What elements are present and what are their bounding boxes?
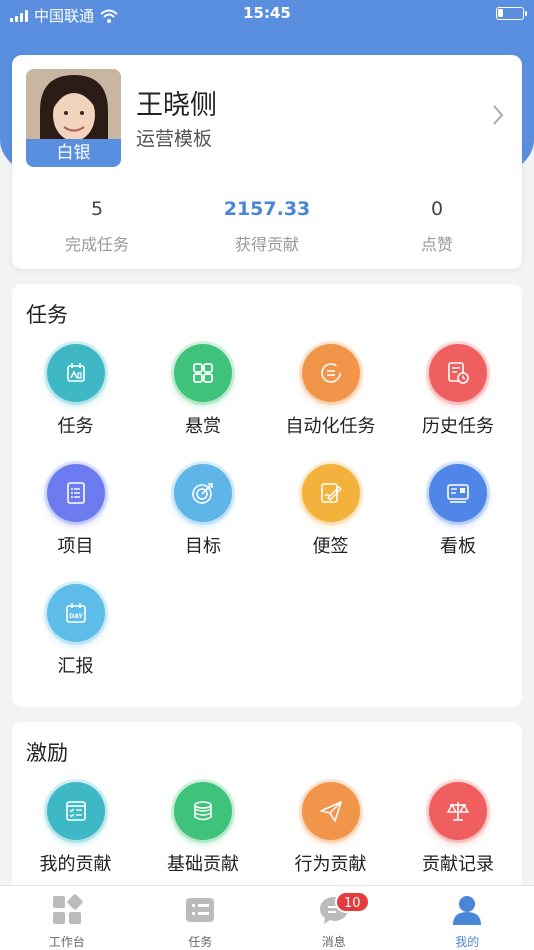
status-bar: 中国联通 15:45 xyxy=(0,0,534,28)
tasks-section: 任务 任务 悬赏 自动化任务 历史任务 项目 目标 便签 看板 DAY 汇报 xyxy=(12,284,522,707)
tab-label: 任务 xyxy=(188,935,213,949)
scale-icon xyxy=(429,782,487,840)
section-title: 任务 xyxy=(26,303,68,327)
task-calendar-icon xyxy=(46,344,105,402)
incentive-section: 激励 我的贡献 基础贡献 行为贡献 贡献记录 xyxy=(12,722,522,892)
history-doc-icon xyxy=(429,344,487,402)
profile-stats: 5 完成任务 2157.33 获得贡献 0 点赞 xyxy=(12,195,522,255)
stat-label: 完成任务 xyxy=(64,235,129,254)
task-list-icon xyxy=(186,898,215,922)
grid-item-label: 悬赏 xyxy=(185,416,221,437)
section-title: 激励 xyxy=(26,741,68,765)
my-contribution-icon xyxy=(46,782,105,840)
battery-icon xyxy=(496,7,527,20)
grid-item-label: 便签 xyxy=(312,536,349,557)
grid-item-label: 汇报 xyxy=(57,656,94,677)
coin-stack-icon xyxy=(174,782,232,840)
tab-tasks[interactable]: 任务 xyxy=(134,886,268,950)
grid-item-label: 项目 xyxy=(57,536,94,557)
grid-item[interactable]: 我的贡献 xyxy=(12,782,139,876)
workbench-icon xyxy=(52,894,83,924)
grid-item[interactable]: 看板 xyxy=(395,464,522,558)
bottom-tab-bar: 工作台 任务 10 消息 我的 xyxy=(0,885,534,950)
tab-label: 我的 xyxy=(455,935,480,949)
grid-item[interactable]: 便签 xyxy=(267,464,394,558)
kanban-board-icon xyxy=(429,464,487,522)
report-day-icon: DAY xyxy=(46,584,105,642)
profile-card[interactable]: 白银 王晓侧 运营模板 5 完成任务 2157.33 获得贡献 0 点赞 xyxy=(12,55,522,269)
grid-apps-icon xyxy=(174,344,232,402)
note-pen-icon xyxy=(301,464,360,522)
stat-completed-tasks[interactable]: 5 完成任务 xyxy=(12,195,182,255)
grid-item[interactable]: 行为贡献 xyxy=(267,782,394,876)
grid-item-label: 自动化任务 xyxy=(285,416,376,437)
grid-item-label: 目标 xyxy=(185,536,221,557)
grid-item-label: 基础贡献 xyxy=(167,854,239,875)
auto-refresh-icon xyxy=(301,344,360,402)
grid-item-label: 任务 xyxy=(57,416,94,437)
stat-label: 点赞 xyxy=(420,235,453,254)
stat-value: 2157.33 xyxy=(223,198,311,220)
grid-item[interactable]: 历史任务 xyxy=(395,344,522,438)
level-badge: 白银 xyxy=(26,139,121,167)
grid-item-label: 看板 xyxy=(440,536,476,557)
status-time: 15:45 xyxy=(243,4,291,22)
svg-text:DAY: DAY xyxy=(69,613,83,620)
grid-item[interactable]: 项目 xyxy=(12,464,139,558)
stat-value: 5 xyxy=(90,198,104,220)
unread-badge: 10 xyxy=(335,891,370,913)
stat-label: 获得贡献 xyxy=(234,235,299,254)
grid-item-label: 历史任务 xyxy=(422,416,494,437)
avatar[interactable]: 白银 xyxy=(26,69,121,167)
stat-contribution[interactable]: 2157.33 获得贡献 xyxy=(182,195,352,255)
grid-item[interactable]: DAY 汇报 xyxy=(12,584,139,678)
grid-item[interactable]: 基础贡献 xyxy=(140,782,267,876)
target-icon xyxy=(174,464,232,522)
grid-item[interactable]: 目标 xyxy=(140,464,267,558)
grid-item[interactable]: 贡献记录 xyxy=(395,782,522,876)
stat-likes[interactable]: 0 点赞 xyxy=(352,195,522,255)
grid-item-label: 行为贡献 xyxy=(294,854,367,875)
chevron-right-icon[interactable] xyxy=(490,103,506,127)
grid-item[interactable]: 自动化任务 xyxy=(267,344,394,438)
tab-messages[interactable]: 10 消息 xyxy=(267,886,401,950)
paper-plane-icon xyxy=(301,782,360,840)
profile-person-icon xyxy=(453,896,482,925)
project-list-icon xyxy=(46,464,105,522)
grid-item-label: 我的贡献 xyxy=(39,854,112,875)
tab-mine[interactable]: 我的 xyxy=(401,886,534,950)
tab-workbench[interactable]: 工作台 xyxy=(0,886,134,950)
user-template: 运营模板 xyxy=(136,128,213,150)
tab-label: 工作台 xyxy=(48,935,85,949)
tab-label: 消息 xyxy=(321,935,346,949)
grid-item[interactable]: 悬赏 xyxy=(140,344,267,438)
stat-value: 0 xyxy=(430,198,444,220)
grid-item-label: 贡献记录 xyxy=(422,854,494,875)
grid-item[interactable]: 任务 xyxy=(12,344,139,438)
user-name: 王晓侧 xyxy=(136,90,217,121)
